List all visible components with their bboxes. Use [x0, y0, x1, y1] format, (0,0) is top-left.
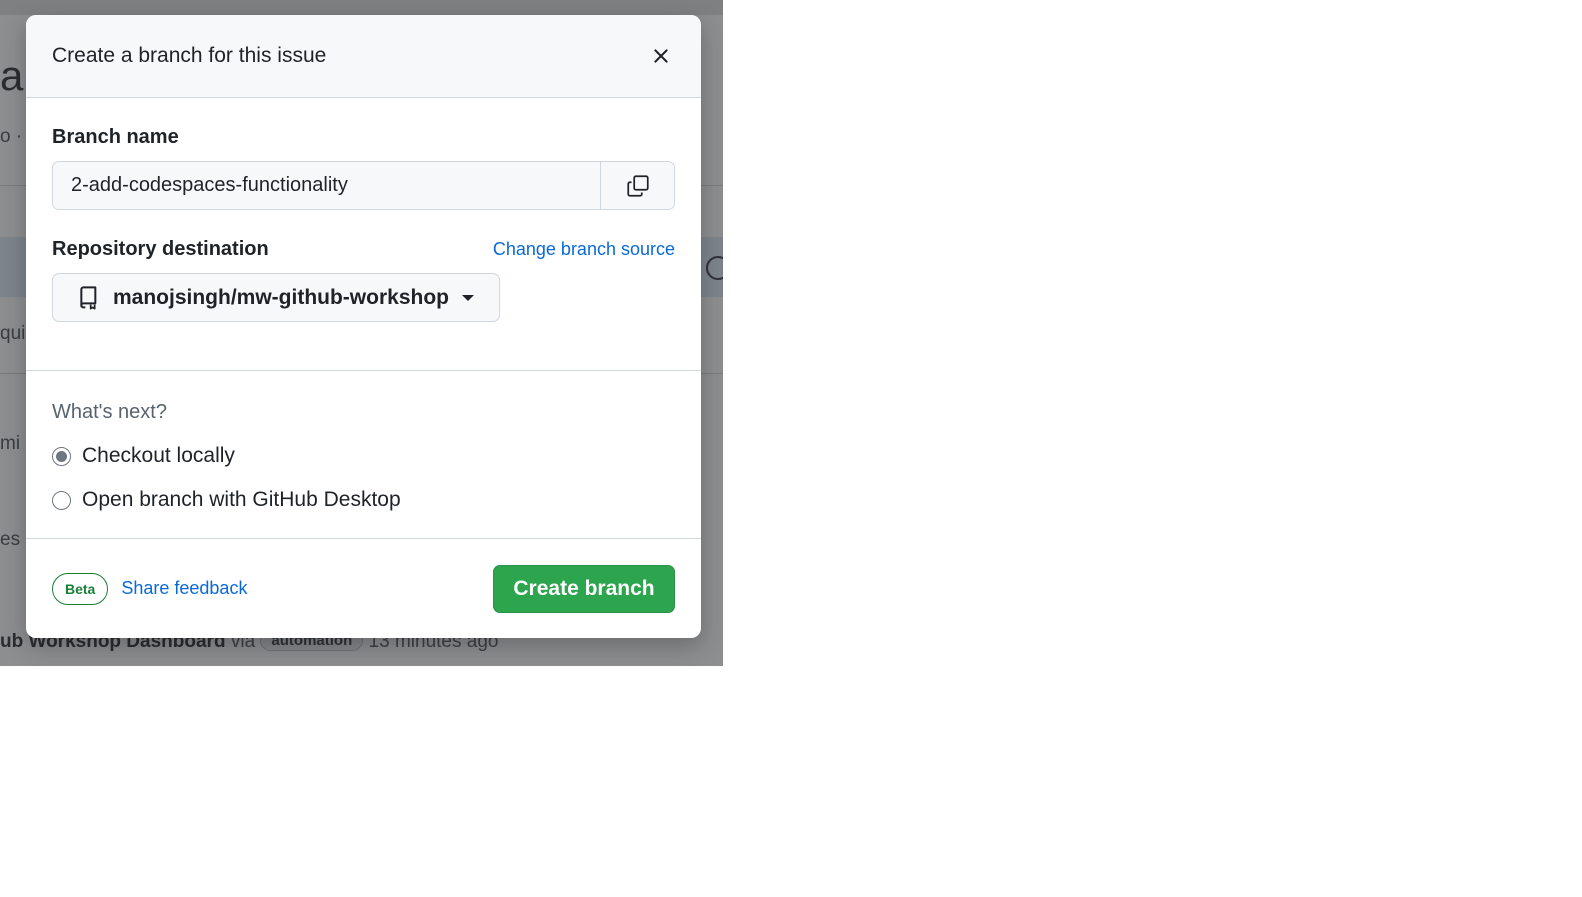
copy-button[interactable]: [600, 162, 674, 209]
github-desktop-option[interactable]: Open branch with GitHub Desktop: [52, 488, 675, 512]
close-button[interactable]: [647, 42, 675, 70]
create-branch-button[interactable]: Create branch: [493, 564, 675, 613]
dialog-header: Create a branch for this issue: [26, 15, 701, 98]
footer-feedback: Beta Share feedback: [52, 572, 247, 605]
share-feedback-link[interactable]: Share feedback: [121, 578, 247, 599]
dialog-title: Create a branch for this issue: [52, 44, 327, 67]
branch-name-label: Branch name: [52, 126, 179, 148]
checkout-locally-option[interactable]: Checkout locally: [52, 444, 675, 468]
close-icon: [654, 49, 668, 63]
repository-destination-header: Repository destination Change branch sou…: [52, 238, 675, 261]
caret-down-icon: [462, 294, 474, 301]
background-topbar: [0, 0, 723, 15]
checkout-locally-radio[interactable]: [52, 446, 71, 466]
beta-badge: Beta: [52, 572, 109, 605]
background-meta: o ·: [0, 126, 23, 147]
create-branch-dialog: Create a branch for this issue Branch na…: [26, 15, 701, 638]
background-heading: a: [0, 52, 24, 99]
github-desktop-radio[interactable]: [52, 490, 71, 510]
repository-name: manojsingh/mw-github-workshop: [113, 285, 449, 309]
branch-name-field: [52, 161, 675, 210]
github-desktop-label: Open branch with GitHub Desktop: [82, 488, 401, 511]
background-text-line: mi: [0, 433, 21, 454]
smiley-icon: [706, 256, 723, 280]
copy-icon: [626, 174, 649, 197]
repository-destination-label: Repository destination: [52, 238, 269, 260]
whats-next-label: What's next?: [52, 401, 167, 423]
branch-name-input[interactable]: [53, 162, 600, 209]
branch-settings-section: Branch name Repository destination Chang…: [26, 98, 701, 371]
checkout-locally-label: Checkout locally: [82, 444, 235, 467]
repo-icon: [80, 285, 97, 310]
background-text-line: qui: [0, 323, 26, 344]
repository-select[interactable]: manojsingh/mw-github-workshop: [52, 273, 500, 322]
dialog-footer: Beta Share feedback Create branch: [26, 539, 701, 638]
change-branch-source-link[interactable]: Change branch source: [493, 239, 675, 260]
whats-next-section: What's next? Checkout locally Open branc…: [26, 371, 701, 539]
